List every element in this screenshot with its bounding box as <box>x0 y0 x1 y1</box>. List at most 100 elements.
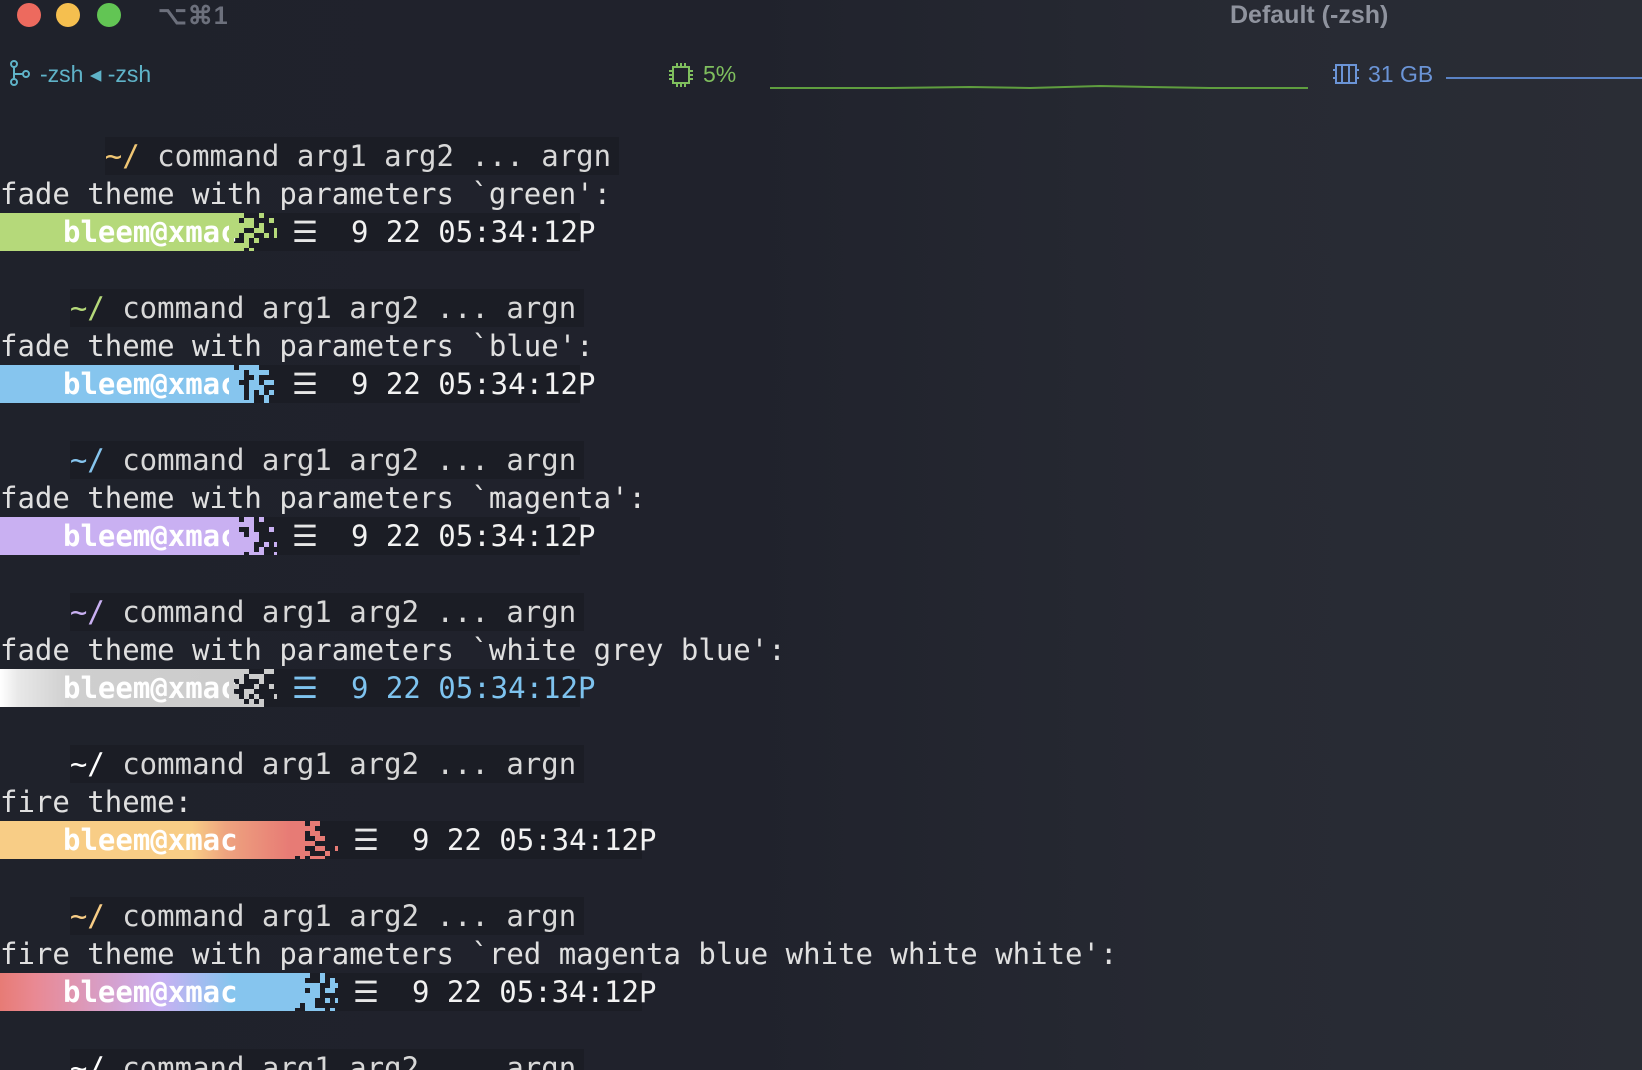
dither-pixel <box>290 836 295 841</box>
dither-pixel <box>229 218 234 223</box>
dither-pixel <box>295 978 300 983</box>
dither-pixel <box>254 370 259 375</box>
dither-transition <box>290 821 338 859</box>
dither-pixel <box>239 699 244 704</box>
dither-pixel <box>264 380 269 385</box>
command-line: ~/ command arg1 arg2 ... argn <box>0 99 1642 175</box>
memory-icon <box>1333 64 1359 84</box>
dither-pixel <box>229 699 234 704</box>
dither-pixel <box>249 542 254 547</box>
user-host-label: bleem@xmac <box>63 519 238 553</box>
minimize-window-button[interactable] <box>56 3 80 27</box>
dither-pixel <box>259 517 264 522</box>
dither-pixel <box>269 390 274 395</box>
command-text: command arg1 arg2 ... argn <box>104 1051 577 1070</box>
dither-pixel <box>290 993 295 998</box>
dither-pixel <box>249 527 254 532</box>
dither-pixel <box>290 831 295 836</box>
caption-text: fade theme with parameters `magenta': <box>0 481 647 515</box>
dither-pixel <box>244 522 249 527</box>
cpu-usage-graph <box>770 84 1308 90</box>
dither-pixel <box>300 831 305 836</box>
zoom-window-button[interactable] <box>97 3 121 27</box>
cpu-icon <box>669 63 693 87</box>
dither-transition <box>290 973 338 1011</box>
dither-pixel <box>274 542 277 547</box>
dither-pixel <box>239 213 244 218</box>
dither-pixel <box>239 365 244 370</box>
dither-pixel <box>239 542 244 547</box>
dither-pixel <box>305 841 310 846</box>
dither-pixel <box>234 522 239 527</box>
dither-pixel <box>234 218 239 223</box>
dither-pixel <box>259 390 264 395</box>
prompt-timestamp: 9 22 05:34:12P <box>351 215 596 249</box>
dither-pixel <box>234 517 239 522</box>
prompt-line: bleem@xmac ☰ 9 22 05:34:12P <box>0 669 1642 707</box>
terminal-output[interactable]: ~/ command arg1 arg2 ... argn fade theme… <box>0 99 1642 1070</box>
dither-pixel <box>249 547 254 552</box>
dither-pixel <box>229 390 234 395</box>
dither-pixel <box>254 380 259 385</box>
dither-pixel <box>254 375 259 380</box>
dither-pixel <box>234 684 239 689</box>
dither-pixel <box>290 821 295 826</box>
dither-pixel <box>300 978 305 983</box>
close-window-button[interactable] <box>17 3 41 27</box>
user-host-label: bleem@xmac <box>63 367 238 401</box>
command-line: ~/ command arg1 arg2 ... argn <box>0 251 1642 327</box>
dither-pixel <box>264 669 269 674</box>
dither-pixel <box>295 831 300 836</box>
prompt-timestamp: 9 22 05:34:12P <box>412 823 657 857</box>
dither-pixel <box>239 385 244 390</box>
prompt-tilde: ~/ <box>69 1051 105 1070</box>
dither-pixel <box>320 978 325 983</box>
command-text: command arg1 arg2 ... argn <box>104 291 577 325</box>
user-host-label: bleem@xmac <box>63 215 238 249</box>
dither-pixel <box>290 998 295 1003</box>
dither-pixel <box>229 694 234 699</box>
dither-pixel <box>249 390 254 395</box>
dither-pixel <box>234 395 239 400</box>
dither-pixel <box>254 684 259 689</box>
dither-pixel <box>290 851 295 856</box>
dither-pixel <box>244 517 249 522</box>
caption-text: fire theme with parameters `red magenta … <box>0 937 1118 971</box>
dither-pixel <box>234 669 239 674</box>
dither-pixel <box>269 218 274 223</box>
dither-pixel <box>229 228 234 233</box>
dither-pixel <box>249 537 254 542</box>
dither-pixel <box>234 694 239 699</box>
dither-pixel <box>259 679 264 684</box>
dither-pixel <box>315 836 320 841</box>
prompt-line: bleem@xmac ☰ 9 22 05:34:12P <box>0 213 1642 251</box>
dither-pixel <box>229 517 234 522</box>
command-line: ~/ command arg1 arg2 ... argn <box>0 707 1642 783</box>
dither-pixel <box>249 674 254 679</box>
dither-pixel <box>320 836 325 841</box>
dither-pixel <box>310 988 315 993</box>
dither-pixel <box>290 978 295 983</box>
dither-pixel <box>244 689 249 694</box>
dither-pixel <box>249 385 254 390</box>
dither-pixel <box>259 674 264 679</box>
session-label[interactable]: -zsh ◂ -zsh <box>40 61 151 88</box>
dither-pixel <box>229 213 234 218</box>
command-text: command arg1 arg2 ... argn <box>139 139 612 173</box>
dither-pixel <box>249 370 254 375</box>
menu-icon: ☰ <box>353 823 379 857</box>
dither-pixel <box>234 385 239 390</box>
command-text: command arg1 arg2 ... argn <box>104 899 577 933</box>
prompt-timestamp: 9 22 05:34:12P <box>412 975 657 1009</box>
dither-pixel <box>234 370 239 375</box>
dither-pixel <box>264 395 269 400</box>
dither-pixel <box>244 694 249 699</box>
dither-pixel <box>254 365 259 370</box>
dither-pixel <box>295 973 300 978</box>
dither-pixel <box>269 527 274 532</box>
status-bar: -zsh ◂ -zsh 5% 31 GB <box>0 54 1642 94</box>
dither-pixel <box>234 542 239 547</box>
dither-pixel <box>229 547 234 552</box>
dither-pixel <box>305 993 310 998</box>
menu-icon: ☰ <box>353 975 379 1009</box>
